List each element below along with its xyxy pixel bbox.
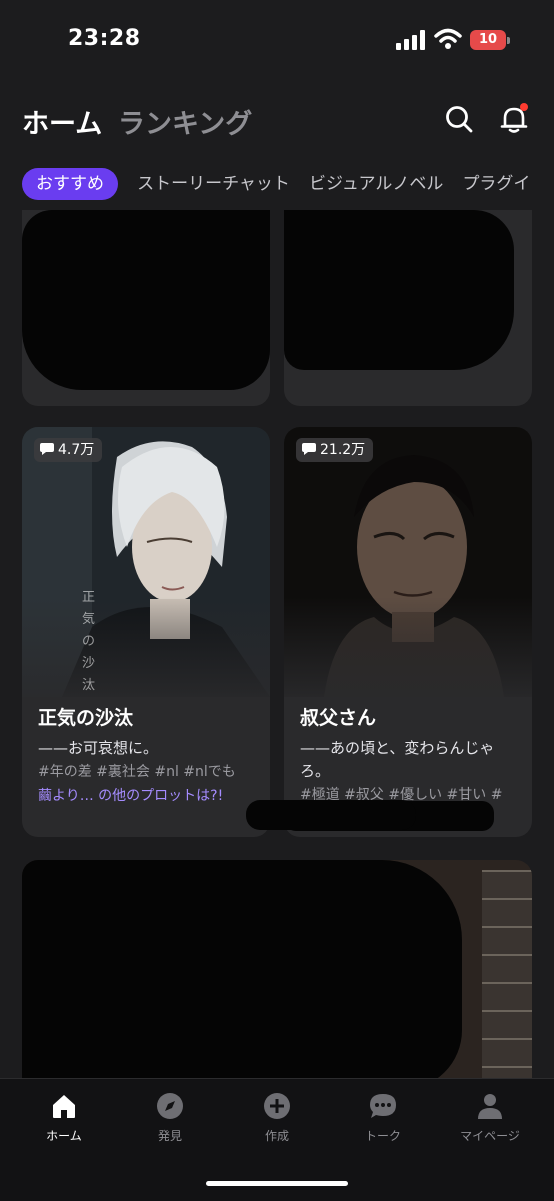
tab-label: 発見 <box>157 1129 182 1143</box>
card-description: ——あの頃と、変わらんじゃろ。 <box>300 739 495 780</box>
cover-text: 正気の沙汰 <box>82 590 96 693</box>
tab-home-nav[interactable]: ホーム <box>14 1091 114 1144</box>
tab-label: マイページ <box>460 1129 520 1143</box>
compass-icon <box>157 1093 183 1119</box>
person-icon <box>478 1094 502 1119</box>
tab-create[interactable]: 作成 <box>227 1091 327 1144</box>
tab-label: ホーム <box>46 1129 82 1143</box>
card-description: ——お可哀想に。 <box>38 739 159 757</box>
tab-home[interactable]: ホーム <box>22 102 102 141</box>
comment-icon <box>40 443 54 455</box>
view-count: 21.2万 <box>320 442 366 458</box>
chip-recommended[interactable]: おすすめ <box>22 168 118 200</box>
window-lattice <box>482 870 532 1090</box>
redaction-mark <box>246 800 416 830</box>
tab-mypage[interactable]: マイページ <box>440 1091 540 1144</box>
card-title: 正気の沙汰 <box>38 707 134 729</box>
battery-tip <box>507 37 510 44</box>
redaction-mark <box>22 860 462 1090</box>
signal-icon <box>396 30 425 50</box>
chip-plugin[interactable]: プラグイ <box>462 168 530 200</box>
view-count-badge: 21.2万 <box>296 438 374 462</box>
view-count: 4.7万 <box>58 442 95 458</box>
wifi-icon <box>434 28 462 49</box>
comment-icon <box>302 443 316 455</box>
redaction-mark <box>22 210 270 390</box>
card-link[interactable]: 繭より… の他のプロットは?! <box>38 785 268 805</box>
status-bar: 23:28 10 <box>0 0 554 80</box>
tab-label: 作成 <box>264 1129 289 1143</box>
tab-ranking[interactable]: ランキング <box>118 102 252 141</box>
tab-discover[interactable]: 発見 <box>120 1091 220 1144</box>
story-card-redacted-left[interactable] <box>22 210 270 406</box>
story-card[interactable]: 正気の沙汰 4.7万 正気の沙汰 ——お可哀想に。 #年の差 #裏社会 #nl … <box>22 427 270 837</box>
story-card-redacted-large[interactable] <box>22 860 532 1090</box>
home-icon <box>53 1095 75 1118</box>
chip-story-chat[interactable]: ストーリーチャット <box>137 168 290 200</box>
chip-visual-novel[interactable]: ビジュアルノベル <box>309 168 443 200</box>
redaction-mark <box>284 210 514 370</box>
story-card-redacted-right[interactable] <box>284 210 532 406</box>
home-indicator <box>206 1181 348 1186</box>
card-title: 叔父さん <box>300 707 377 729</box>
story-card[interactable]: 21.2万 叔父さん ——あの頃と、変わらんじゃろ。 #極道 #叔父 #優しい … <box>284 427 532 837</box>
cover-shade <box>22 597 270 707</box>
status-time: 23:28 <box>68 26 141 51</box>
battery-level: 10 <box>478 32 498 47</box>
cover-shade <box>284 597 532 707</box>
view-count-badge: 4.7万 <box>34 438 103 462</box>
tab-label: トーク <box>364 1129 401 1143</box>
card-tags: #年の差 #裏社会 #nl #nlでも <box>38 764 236 780</box>
search-icon[interactable] <box>444 104 474 134</box>
category-chips: おすすめ ストーリーチャット ビジュアルノベル プラグイ <box>22 168 554 202</box>
notification-dot <box>520 103 528 111</box>
tab-talk[interactable]: トーク <box>333 1091 433 1144</box>
battery-icon: 10 <box>470 30 506 50</box>
chat-bubble-icon <box>370 1094 396 1118</box>
plus-circle-icon <box>264 1093 290 1119</box>
